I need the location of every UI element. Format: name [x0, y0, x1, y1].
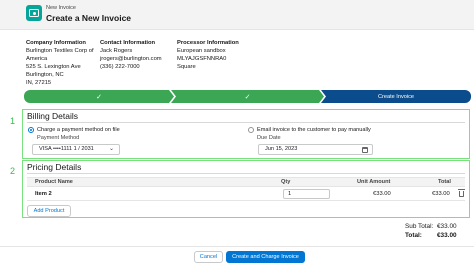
delete-icon[interactable]	[458, 189, 465, 197]
total-label: Total:	[405, 232, 422, 239]
subtotal-value: €33.00	[437, 223, 457, 230]
processor-information: Processor Information European sandbox M…	[177, 39, 267, 71]
unit-amount: €33.00	[373, 191, 391, 197]
divider	[27, 122, 465, 123]
contact-line: Jack Rogers	[100, 48, 133, 54]
col-product-name: Product Name	[35, 179, 73, 185]
calendar-icon[interactable]	[362, 147, 368, 153]
processor-line: European sandbox	[177, 48, 226, 54]
col-qty: Qty	[281, 179, 291, 185]
col-total: Total	[438, 179, 451, 185]
contact-info-title: Contact Information	[100, 40, 156, 46]
due-date-input[interactable]: Jun 15, 2023	[258, 144, 373, 155]
payment-method-value: VISA ••••1111 1 / 2031	[39, 146, 94, 152]
quantity-input[interactable]: 1	[283, 189, 330, 199]
path-step-label: Create Invoice	[377, 93, 415, 100]
product-name: Item 2	[35, 191, 52, 197]
page-header: New Invoice Create a New Invoice	[0, 0, 474, 30]
create-and-charge-button[interactable]: Create and Charge Invoice	[226, 251, 305, 263]
processor-info-title: Processor Information	[177, 40, 239, 46]
payment-method-label: Payment Method	[37, 135, 80, 141]
email-invoice-radio[interactable]	[248, 127, 254, 133]
progress-path: ✓ ✓ Create Invoice	[24, 90, 471, 103]
contact-line: jrogers@burlington.com	[100, 56, 162, 62]
due-date-value: Jun 15, 2023	[265, 146, 298, 152]
cancel-button[interactable]: Cancel	[194, 251, 223, 263]
charge-on-file-label: Charge a payment method on file	[37, 127, 120, 133]
header-subtitle: New Invoice	[46, 5, 76, 11]
email-invoice-label: Email invoice to the customer to pay man…	[257, 127, 371, 133]
pricing-title: Pricing Details	[27, 162, 82, 172]
check-icon: ✓	[96, 93, 102, 101]
page-title: Create a New Invoice	[46, 13, 132, 23]
add-product-button[interactable]: Add Product	[27, 205, 71, 217]
subtotal-label: Sub Total:	[405, 223, 434, 230]
billing-details-section: Billing Details Charge a payment method …	[22, 109, 470, 159]
check-icon: ✓	[244, 93, 251, 101]
billing-title: Billing Details	[27, 111, 79, 121]
chevron-down-icon: ⌄	[108, 146, 114, 152]
due-date-label: Due Date	[257, 135, 281, 141]
annotation-marker-2: 2	[10, 166, 16, 176]
table-header: Product Name Qty Unit Amount Total	[27, 177, 465, 187]
total-value: €33.00	[437, 232, 457, 239]
invoice-icon	[26, 5, 42, 21]
table-row: Item 2 1 €33.00 €33.00	[27, 187, 465, 201]
pricing-details-section: Pricing Details Product Name Qty Unit Am…	[22, 160, 470, 218]
quantity-value: 1	[288, 191, 292, 197]
company-line: IN, 27215	[26, 80, 52, 86]
path-step-1[interactable]: ✓	[24, 90, 174, 103]
path-step-2[interactable]: ✓	[171, 90, 324, 103]
company-line: Burlington, NC	[26, 72, 64, 78]
contact-line: (336) 222-7000	[100, 64, 140, 70]
divider	[0, 246, 474, 247]
annotation-marker-1: 1	[10, 116, 16, 126]
charge-on-file-radio[interactable]	[28, 127, 34, 133]
path-step-create-invoice[interactable]: Create Invoice	[321, 90, 471, 103]
contact-information: Contact Information Jack Rogers jrogers@…	[100, 39, 180, 71]
processor-line: MLYAJGSFNNRA0	[177, 56, 227, 62]
row-total: €33.00	[432, 191, 450, 197]
payment-method-select[interactable]: VISA ••••1111 1 / 2031 ⌄	[32, 144, 120, 155]
col-unit-amount: Unit Amount	[357, 179, 391, 185]
processor-line: Square	[177, 64, 196, 70]
divider	[27, 173, 465, 174]
